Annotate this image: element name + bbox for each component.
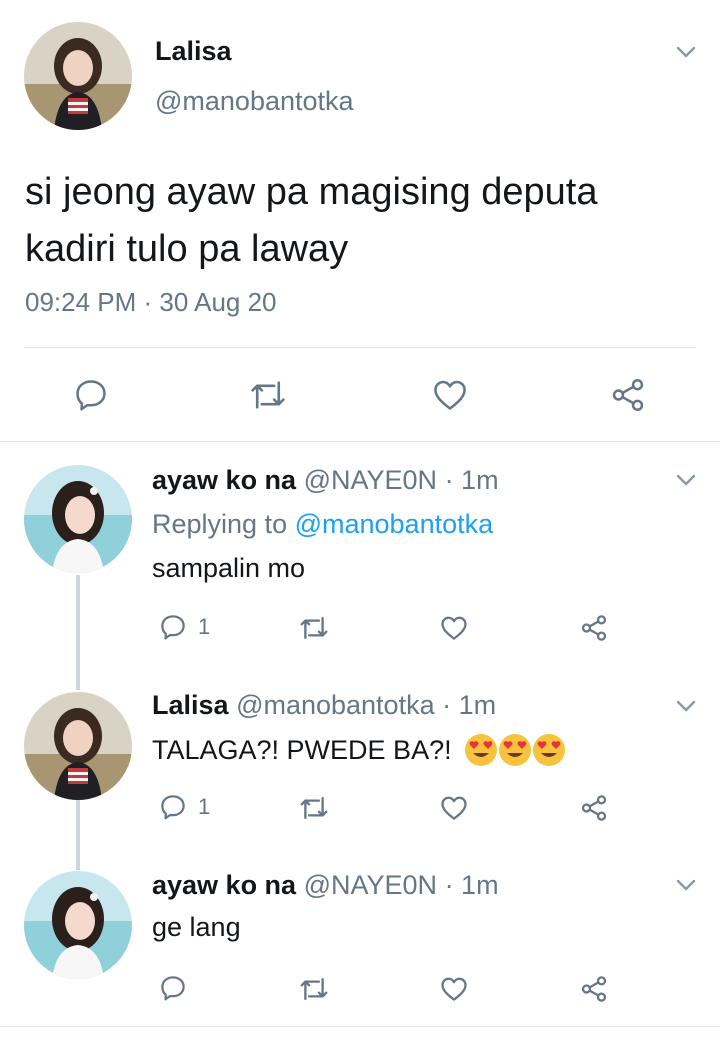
like-icon[interactable] — [430, 376, 470, 414]
emoji-group — [464, 733, 566, 767]
share-icon[interactable] — [578, 974, 610, 1004]
reply-icon — [161, 615, 185, 640]
tweet-timestamp[interactable]: 09:24 PM · 30 Aug 20 — [25, 287, 277, 318]
retweet-icon[interactable] — [298, 793, 330, 823]
tweet-text: TALAGA?! PWEDE BA?! — [152, 733, 566, 767]
avatar-nayeon[interactable] — [24, 465, 132, 573]
heart-eyes-emoji-icon — [532, 734, 565, 766]
chevron-down-icon[interactable] — [674, 40, 698, 64]
reply-button[interactable]: 1 — [158, 612, 210, 642]
chevron-down-icon[interactable] — [674, 468, 698, 492]
author-handle[interactable]: @manobantotka — [236, 690, 435, 720]
author-handle[interactable]: @manobantotka — [155, 86, 354, 117]
divider — [24, 347, 696, 348]
tweet-text: si jeong ayaw pa magising deputa kadiri … — [25, 164, 598, 278]
tweet-time[interactable]: · 1m — [445, 870, 499, 900]
reply-icon[interactable] — [72, 376, 110, 414]
replying-to-handle-link[interactable]: @manobantotka — [295, 509, 494, 539]
bottom-divider — [0, 1026, 720, 1027]
like-icon[interactable] — [438, 974, 470, 1004]
thread-connector-line — [76, 800, 80, 870]
tweet-text: ge lang — [152, 912, 241, 942]
reply-button[interactable]: 1 — [158, 792, 210, 822]
chevron-down-icon[interactable] — [674, 694, 698, 718]
tweet-text: sampalin mo — [152, 553, 306, 583]
author-handle[interactable]: @NAYE0N — [304, 870, 437, 900]
heart-eyes-emoji-icon — [498, 734, 531, 766]
retweet-icon[interactable] — [248, 376, 288, 414]
retweet-icon[interactable] — [298, 613, 330, 643]
tweet-text-line-1: si jeong ayaw pa magising deputa — [25, 171, 598, 213]
tweet-header: ayaw ko na @NAYE0N · 1m — [152, 870, 499, 901]
reply-icon[interactable] — [158, 973, 188, 1003]
thread-connector-line — [76, 575, 80, 690]
like-icon[interactable] — [438, 793, 470, 823]
like-icon[interactable] — [438, 613, 470, 643]
reply-icon — [161, 795, 185, 820]
author-handle[interactable]: @NAYE0N — [304, 465, 437, 495]
tweet-header: Lalisa @manobantotka · 1m — [152, 690, 496, 721]
avatar-lalisa[interactable] — [24, 692, 132, 800]
heart-eyes-emoji-icon — [464, 734, 497, 766]
section-divider — [0, 441, 720, 442]
avatar-lalisa[interactable] — [24, 22, 132, 130]
share-icon[interactable] — [578, 613, 610, 643]
tweet-time[interactable]: · 1m — [445, 465, 499, 495]
tweet-text-body: TALAGA?! PWEDE BA?! — [152, 734, 452, 765]
author-name[interactable]: Lalisa — [152, 690, 229, 720]
reply-count: 1 — [198, 614, 211, 639]
tweet-header: ayaw ko na @NAYE0N · 1m — [152, 465, 499, 496]
reply-count: 1 — [198, 794, 211, 819]
chevron-down-icon[interactable] — [674, 873, 698, 897]
share-icon[interactable] — [578, 793, 610, 823]
author-name[interactable]: ayaw ko na — [152, 870, 296, 900]
tweet-text-line-2: kadiri tulo pa laway — [25, 228, 349, 270]
retweet-icon[interactable] — [298, 974, 330, 1004]
author-name[interactable]: Lalisa — [155, 36, 232, 67]
replying-to: Replying to @manobantotka — [152, 509, 493, 540]
share-icon[interactable] — [608, 376, 648, 414]
avatar-nayeon[interactable] — [24, 871, 132, 979]
replying-to-label: Replying to — [152, 509, 295, 539]
tweet-time[interactable]: · 1m — [442, 690, 496, 720]
author-name[interactable]: ayaw ko na — [152, 465, 296, 495]
